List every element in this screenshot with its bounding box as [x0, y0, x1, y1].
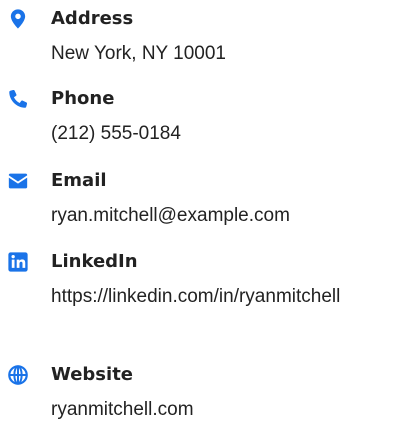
website-label: Website — [51, 364, 134, 385]
linkedin-icon — [7, 251, 29, 273]
globe-icon — [7, 364, 29, 386]
email-label: Email — [51, 170, 107, 191]
address-label: Address — [51, 8, 134, 29]
location-pin-icon — [7, 8, 29, 30]
website-value[interactable]: ryanmitchell.com — [51, 393, 386, 426]
phone-icon — [7, 88, 29, 110]
envelope-icon — [7, 170, 29, 192]
linkedin-label: LinkedIn — [51, 251, 138, 272]
phone-value[interactable]: (212) 555-0184 — [51, 117, 386, 150]
address-value: New York, NY 10001 — [51, 43, 226, 64]
linkedin-value[interactable]: https://linkedin.com/in/ryanmitchell — [51, 280, 386, 313]
phone-label: Phone — [51, 88, 115, 109]
email-value[interactable]: ryan.mitchell@example.com — [51, 199, 386, 232]
